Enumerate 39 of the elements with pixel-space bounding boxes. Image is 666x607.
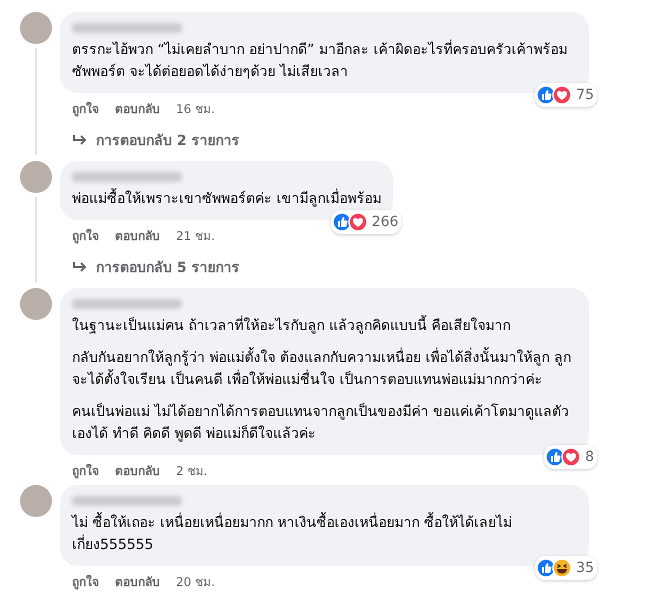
avatar[interactable] [20,485,52,517]
reply-link[interactable]: ตอบกลับ [115,228,160,244]
avatar[interactable] [20,161,52,193]
avatar[interactable] [20,12,52,44]
like-link[interactable]: ถูกใจ [72,463,99,479]
comment-text: ไม่ ซื้อให้เถอะ เหนื่อยเหนื่อยมากก หาเงินซื้อเองเหนื่อยมาก ซื้อให้ได้เลยไม่เกี่ยง555555 [72,512,577,556]
like-link[interactable]: ถูกใจ [72,228,99,244]
reaction-badge[interactable]: 266 [330,210,402,234]
reply-link[interactable]: ตอบกลับ [115,463,160,479]
thumbs-up-icon [332,212,352,232]
like-link[interactable]: ถูกใจ [72,101,99,117]
reply-arrow-icon [72,261,88,273]
view-replies-link[interactable]: การตอบกลับ 5 รายการ [96,256,240,278]
timestamp[interactable]: 16 ชม. [176,101,215,117]
comment-text: ในฐานะเป็นแม่คน ถ้าเวลาที่ให้อะไรกับลูก แล้วลูกคิดแบบนี้ คือเสียใจมาก [72,315,577,337]
comment-text: พ่อแม่ซื้อให้เพราะเขาซัพพอร์ตค่ะ เขามีลูกเมื่อพร้อม [72,188,382,210]
comment-text: กลับกันอยากให้ลูกรู้ว่า พ่อแม่ตั้งใจ ต้องแลกกับความเหนื่อย เพื่อได้สิ่งนั้นมาให้ลูก ลูกจะได้ตั้งใจเรียน เป็นคนดี เพื่อให้พ่อแม่ชื่นใจ เป็นการตอบแทนพ่อแม่มากกว่าค่ะ [72,347,577,391]
laughing-face-icon [552,558,572,578]
reaction-count: 266 [372,213,398,232]
reaction-count: 8 [585,448,594,467]
reaction-count: 35 [576,559,594,578]
avatar[interactable] [20,288,52,320]
reply-link[interactable]: ตอบกลับ [115,574,160,590]
timestamp[interactable]: 21 ชม. [176,228,215,244]
reaction-badge[interactable]: 8 [544,445,597,469]
reaction-badge[interactable]: 35 [535,556,597,580]
reaction-badge[interactable]: 75 [535,83,597,107]
like-link[interactable]: ถูกใจ [72,574,99,590]
timestamp[interactable]: 2 ชม. [176,463,208,479]
thumbs-up-icon [536,85,556,105]
thumbs-up-icon [536,558,556,578]
thumbs-up-icon [545,447,566,467]
timestamp[interactable]: 20 ชม. [176,574,215,590]
view-replies-link[interactable]: การตอบกลับ 2 รายการ [96,129,240,151]
comment-text: ตรรกะไอ้พวก “ไม่เคยลำบาก อย่าปากดี” มาอีกละ เค้าผิดอะไรที่ครอบครัวเค้าพร้อมซัพพอร์ต จะได้ต่อยอดได้ง่ายๆด้วย ไม่เสียเวลา [72,39,577,83]
reply-link[interactable]: ตอบกลับ [115,101,160,117]
reply-arrow-icon [72,134,88,146]
reaction-count: 75 [576,86,594,105]
comment-text: คนเป็นพ่อแม่ ไม่ได้อยากได้การตอบแทนจากลูกเป็นของมีค่า ขอแค่เค้าโตมาดูแลตัวเองได้ ทำดี คิดดี พูดดี พ่อแม่ก็ดีใจแล้วค่ะ [72,402,570,444]
